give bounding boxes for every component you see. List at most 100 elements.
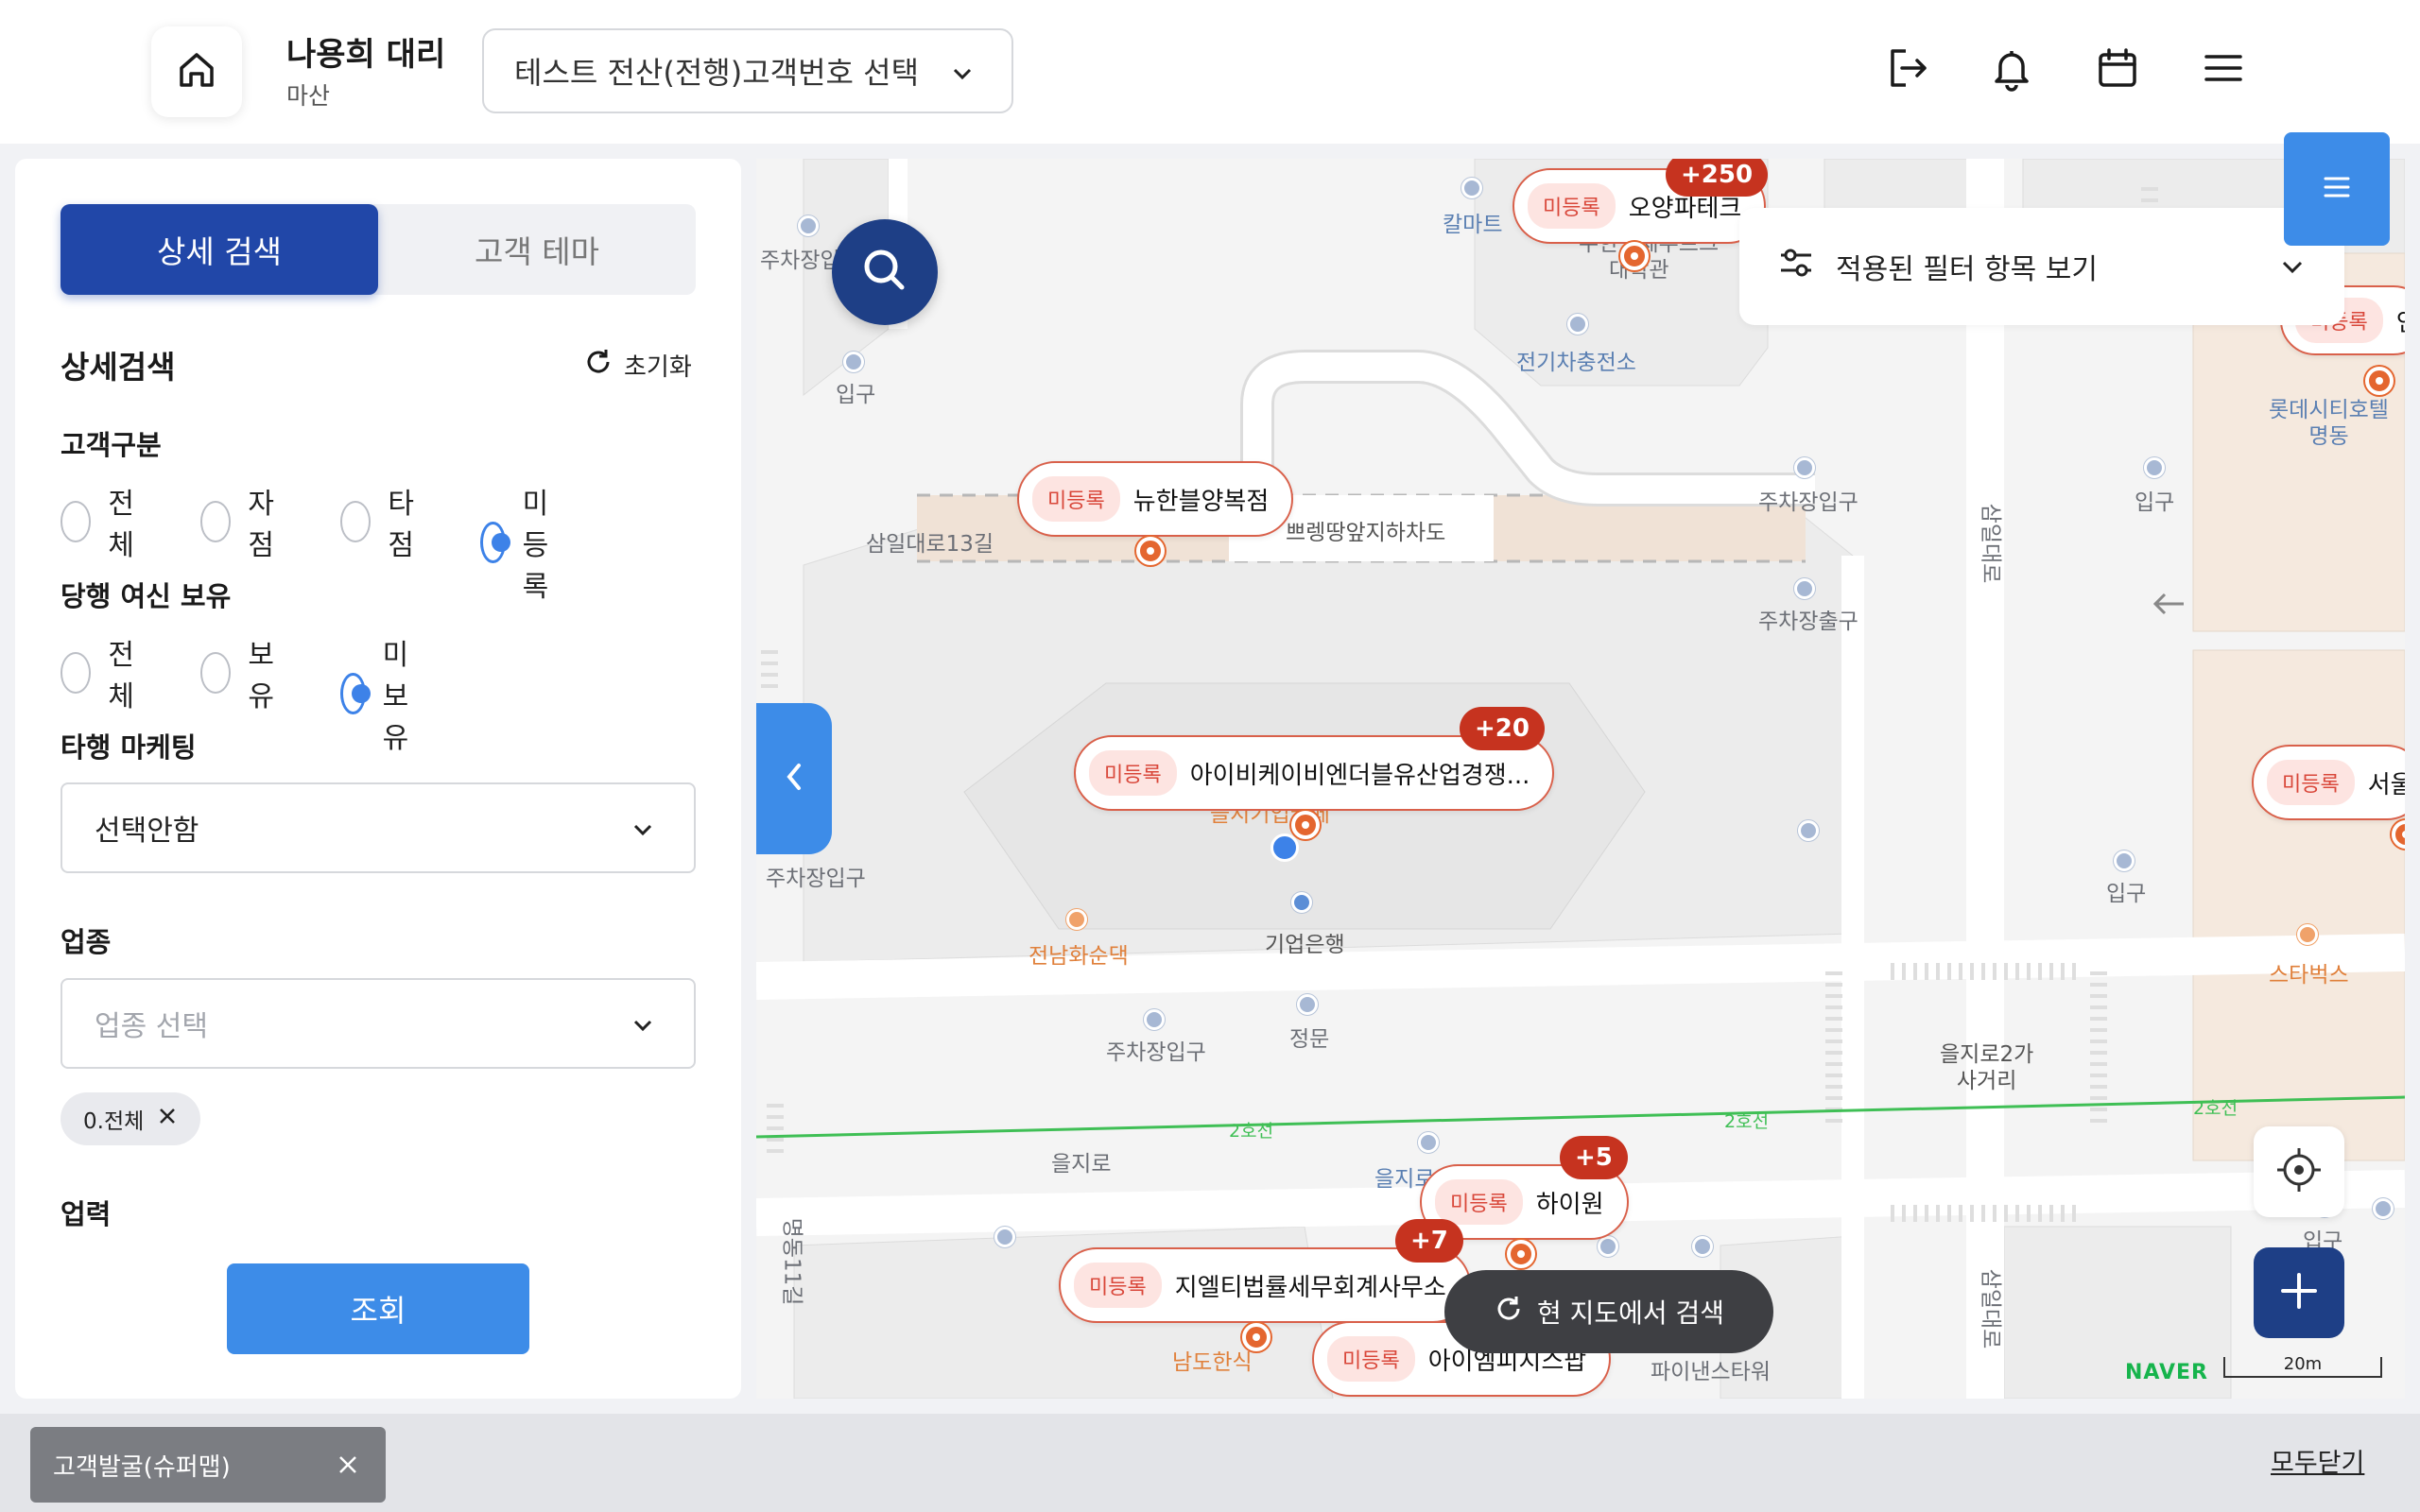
calendar-button[interactable] [2091, 43, 2144, 96]
close-icon[interactable] [157, 1106, 178, 1132]
radio-label: 전체 [108, 488, 135, 562]
entrance-poi-icon [843, 352, 864, 372]
customer-type-own-branch[interactable]: 자점 [200, 480, 285, 563]
map-pin-icon[interactable] [1291, 811, 1320, 839]
calendar-icon [2093, 43, 2142, 96]
search-panel: 상세 검색 고객 테마 상세검색 초기화 고객구분 전체 자점 타점 미등록 당… [15, 159, 741, 1399]
restaurant-poi-icon [1066, 909, 1087, 930]
map-label: 쁘렝땅앞지하차도 [1286, 521, 1446, 545]
filter-label: 적용된 필터 항목 보기 [1836, 253, 2099, 286]
current-location-dot [1270, 833, 1299, 862]
menu-button[interactable] [2197, 43, 2250, 96]
naver-logo: NAVER [2125, 1361, 2208, 1384]
map-label: 2호선 [2193, 1098, 2238, 1119]
marker-name: 하이원 [1535, 1190, 1604, 1219]
map-scale: 20m [2223, 1356, 2382, 1378]
industry-select[interactable]: 업종 선택 [60, 978, 696, 1069]
credit-has[interactable]: 보유 [200, 631, 285, 714]
map-pin-icon[interactable] [1242, 1323, 1270, 1351]
search-this-area-button[interactable]: 현 지도에서 검색 [1444, 1270, 1773, 1353]
map-view[interactable]: 주차장입 입구 칼마트 수한동제부르크 대학관 전기차충전소 삼일대로13길 쁘… [756, 159, 2405, 1399]
open-tab-customer-discovery[interactable]: 고객발굴(슈퍼맵) [30, 1427, 386, 1503]
map-pin-icon[interactable] [1136, 537, 1165, 565]
map-pin-icon[interactable] [1507, 1240, 1535, 1268]
map-label: 입구 [2106, 882, 2147, 906]
radio-icon [340, 501, 372, 542]
marketing-select-value: 선택안함 [95, 815, 199, 848]
applied-filter-toggle[interactable]: 적용된 필터 항목 보기 [1739, 208, 2344, 325]
map-label: 2호선 [1724, 1111, 1770, 1132]
parking-poi-icon [1794, 457, 1815, 478]
ev-charger-poi-icon [1567, 314, 1588, 335]
close-icon[interactable] [337, 1453, 359, 1483]
marker-name: 인 [2396, 303, 2405, 338]
map-pin-icon[interactable] [1620, 242, 1649, 270]
chevron-down-icon [630, 816, 656, 850]
radio-icon [60, 501, 92, 542]
credit-none[interactable]: 미보유 [340, 631, 425, 756]
user-name: 나용희 대리 [286, 36, 446, 74]
my-location-button[interactable] [2254, 1126, 2344, 1217]
map-marker-seoul[interactable]: 미등록 서울 [2252, 745, 2405, 820]
map-label: 명동11길 [779, 1217, 804, 1306]
parking-poi-icon [798, 215, 819, 236]
entrance-poi-icon [2373, 1198, 2394, 1219]
marker-count-badge: +7 [1395, 1219, 1463, 1263]
radio-icon [200, 652, 232, 694]
marker-name: 뉴한블양복점 [1132, 487, 1270, 516]
customer-number-select[interactable]: 테스트 전산(전행)고객번호 선택 [482, 28, 1013, 113]
refresh-icon [1494, 1294, 1524, 1331]
crosshair-icon [2275, 1146, 2323, 1197]
map-label: 주차장입구 [1758, 490, 1858, 515]
map-label: 전남화순댁 [1028, 944, 1129, 969]
entrance-poi-icon [1598, 1236, 1618, 1257]
app-header: 나용희 대리 마산 테스트 전산(전행)고객번호 선택 [0, 0, 2420, 144]
cafe-poi-icon [2297, 924, 2318, 945]
radio-label: 전체 [108, 639, 135, 713]
map-label: 롯데시티호텔 명동 [2269, 398, 2389, 449]
shop-poi-icon [1461, 178, 1482, 198]
map-label: 삼일대로13길 [866, 532, 994, 557]
customer-type-unregistered[interactable]: 미등록 [480, 480, 565, 605]
industry-label: 업종 [60, 926, 112, 958]
close-all-button[interactable]: 모두닫기 [2271, 1442, 2364, 1479]
subway-poi-icon [1418, 1132, 1439, 1153]
tab-detail-search[interactable]: 상세 검색 [60, 204, 378, 295]
map-label: 삼일대로 [1978, 1268, 2003, 1349]
parking-poi-icon [1144, 1009, 1165, 1030]
chevron-left-icon [780, 758, 808, 799]
map-label: 주차장입구 [766, 867, 866, 891]
collapse-panel-button[interactable] [756, 703, 832, 854]
search-icon [856, 242, 913, 302]
parking-poi-icon [1794, 578, 1815, 599]
map-marker-newhan[interactable]: 미등록 뉴한블양복점 [1017, 461, 1294, 537]
side-menu-button[interactable] [2284, 132, 2390, 246]
logout-button[interactable] [1881, 43, 1934, 96]
map-label: 삼일대로 [1978, 503, 2003, 584]
home-button[interactable] [151, 26, 242, 117]
add-button[interactable] [2254, 1247, 2344, 1338]
marker-tag: 미등록 [1074, 1263, 1162, 1308]
chevron-down-icon [949, 59, 976, 94]
map-search-button[interactable] [832, 219, 938, 325]
tab-customer-theme[interactable]: 고객 테마 [378, 204, 696, 295]
customer-type-all[interactable]: 전체 [60, 480, 146, 563]
radio-label: 자점 [248, 488, 275, 562]
search-button[interactable]: 조회 [227, 1263, 529, 1354]
credit-all[interactable]: 전체 [60, 631, 146, 714]
customer-select-value: 테스트 전산(전행)고객번호 선택 [514, 55, 920, 91]
user-branch: 마산 [286, 82, 331, 110]
search-this-area-label: 현 지도에서 검색 [1536, 1297, 1725, 1329]
radio-selected-icon [480, 522, 510, 563]
entrance-poi-icon [2114, 850, 2135, 871]
reset-button[interactable]: 초기화 [582, 346, 692, 385]
notification-button[interactable] [1985, 43, 2038, 96]
map-pin-icon[interactable] [2365, 367, 2394, 395]
map-label: 을지로2가 사거리 [1940, 1042, 2034, 1093]
map-label: 정문 [1289, 1027, 1330, 1052]
map-label: 파이낸스타워 [1651, 1360, 1771, 1384]
customer-type-other-branch[interactable]: 타점 [340, 480, 425, 563]
home-icon [174, 47, 219, 96]
marketing-select[interactable]: 선택안함 [60, 782, 696, 873]
industry-select-placeholder: 업종 선택 [95, 1010, 208, 1043]
